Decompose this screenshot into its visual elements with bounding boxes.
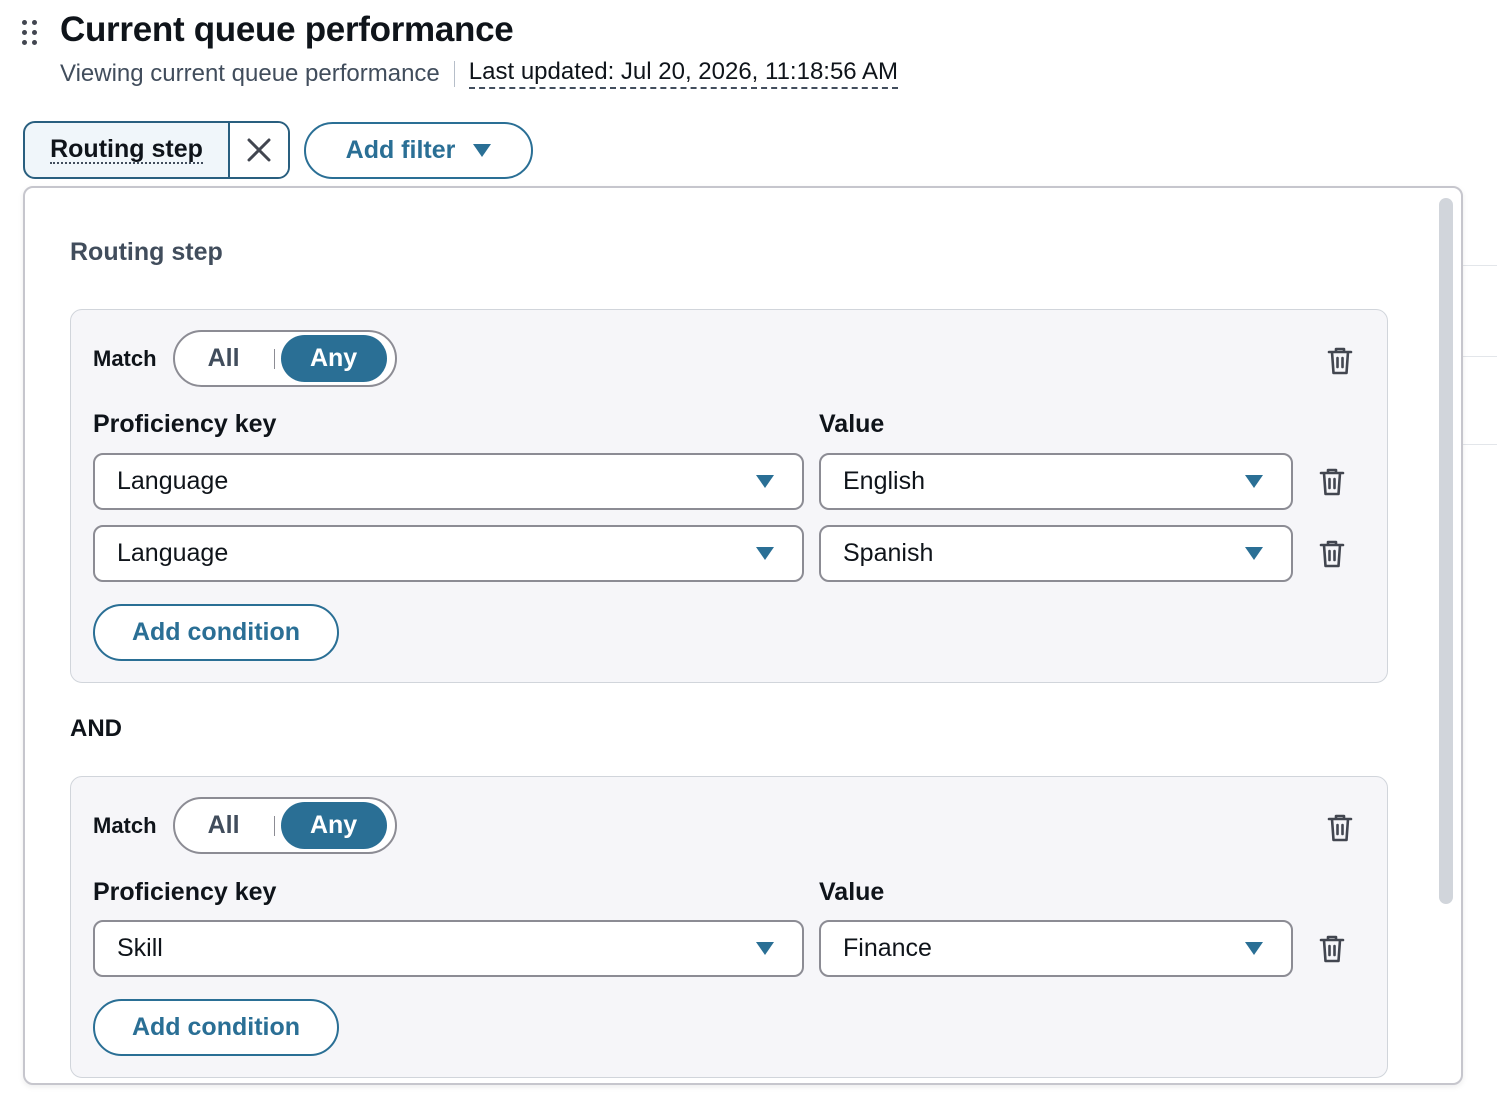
delete-condition-button[interactable]: [1314, 536, 1350, 572]
match-label: Match: [93, 812, 157, 838]
condition-group: Match All Any Proficiency key Value Lang…: [70, 309, 1388, 683]
trash-icon: [1327, 814, 1353, 842]
caret-down-icon: [473, 144, 492, 157]
match-all-option[interactable]: All: [178, 335, 270, 382]
value-select[interactable]: Finance: [819, 920, 1293, 977]
page-subtitle: Viewing current queue performance: [60, 59, 440, 87]
scrollbar[interactable]: [1439, 198, 1453, 904]
trash-icon: [1319, 935, 1345, 963]
caret-down-icon: [756, 942, 774, 955]
routing-step-filter-popover: Routing step Match All Any Proficiency k…: [23, 186, 1463, 1085]
delete-group-button[interactable]: [1322, 343, 1358, 379]
select-value: Skill: [117, 934, 163, 962]
divider: [273, 815, 275, 836]
match-row: Match All Any: [93, 330, 397, 387]
caret-down-icon: [1245, 475, 1263, 488]
add-filter-button[interactable]: Add filter: [304, 122, 533, 179]
close-icon: [247, 138, 271, 162]
trash-icon: [1319, 540, 1345, 568]
trash-icon: [1319, 468, 1345, 496]
caret-down-icon: [756, 475, 774, 488]
value-select[interactable]: Spanish: [819, 525, 1293, 582]
add-condition-button[interactable]: Add condition: [93, 604, 339, 661]
match-all-option[interactable]: All: [178, 802, 270, 849]
delete-condition-button[interactable]: [1314, 931, 1350, 967]
subtitle-row: Viewing current queue performance Last u…: [60, 58, 898, 89]
divider: [1457, 356, 1497, 357]
value-label: Value: [819, 410, 885, 438]
match-label: Match: [93, 345, 157, 371]
proficiency-key-label: Proficiency key: [93, 410, 277, 438]
select-value: English: [843, 467, 925, 495]
match-any-option[interactable]: Any: [280, 802, 387, 849]
divider: [273, 348, 275, 369]
caret-down-icon: [1245, 942, 1263, 955]
select-value: Spanish: [843, 539, 934, 567]
divider: [453, 60, 455, 87]
value-select[interactable]: English: [819, 453, 1293, 510]
caret-down-icon: [1245, 547, 1263, 560]
delete-condition-button[interactable]: [1314, 464, 1350, 500]
match-segmented-control: All Any: [172, 797, 397, 854]
page-title: Current queue performance: [60, 10, 514, 49]
match-any-option[interactable]: Any: [280, 335, 387, 382]
select-value: Language: [117, 539, 229, 567]
condition-group: Match All Any Proficiency key Value Skil…: [70, 776, 1388, 1078]
trash-icon: [1327, 347, 1353, 375]
delete-group-button[interactable]: [1322, 810, 1358, 846]
remove-filter-button[interactable]: [228, 123, 288, 177]
select-value: Language: [117, 467, 229, 495]
select-value: Finance: [843, 934, 932, 962]
proficiency-key-label: Proficiency key: [93, 878, 277, 906]
divider: [1457, 444, 1497, 445]
popover-title: Routing step: [70, 238, 223, 266]
divider: [1457, 265, 1497, 266]
proficiency-key-select[interactable]: Language: [93, 453, 804, 510]
filter-token-routing-step[interactable]: Routing step: [23, 121, 290, 179]
last-updated-timestamp[interactable]: Last updated: Jul 20, 2026, 11:18:56 AM: [468, 58, 898, 89]
match-row: Match All Any: [93, 797, 397, 854]
add-condition-button[interactable]: Add condition: [93, 999, 339, 1056]
proficiency-key-select[interactable]: Language: [93, 525, 804, 582]
match-segmented-control: All Any: [172, 330, 397, 387]
and-operator-label: AND: [70, 715, 122, 742]
value-label: Value: [819, 878, 885, 906]
filter-token-label[interactable]: Routing step: [25, 123, 228, 177]
caret-down-icon: [756, 547, 774, 560]
proficiency-key-select[interactable]: Skill: [93, 920, 804, 977]
drag-handle-icon[interactable]: [22, 20, 38, 46]
